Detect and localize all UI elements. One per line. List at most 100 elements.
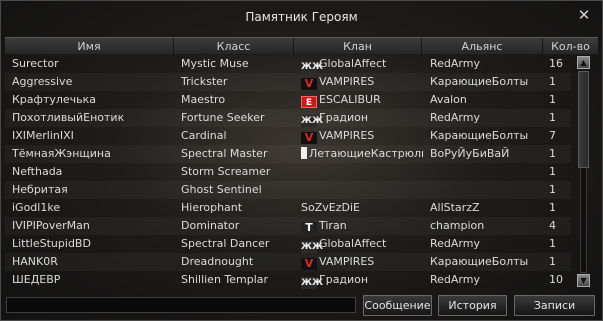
cell-class-text: Dominator bbox=[181, 219, 240, 232]
scroll-up-icon[interactable]: ▲ bbox=[577, 56, 590, 69]
table-row[interactable]: Небритая Ghost Sentinel 1 bbox=[5, 181, 571, 199]
cell-clan-text: SoZvEzDiE bbox=[301, 201, 360, 214]
cell-name-text: ШЕДЕВР bbox=[12, 273, 61, 286]
cell-class: Spectral Dancer bbox=[181, 235, 299, 253]
cell-count: 16 bbox=[549, 55, 569, 73]
cell-clan: SoZvEzDiE bbox=[301, 199, 423, 217]
cell-class: Shillien Templar bbox=[181, 271, 299, 289]
table-row[interactable]: Aggressive Trickster V VAMPIRES КарающиеБолт… bbox=[5, 73, 571, 91]
cell-class: Storm Screamer bbox=[181, 163, 299, 181]
cell-class-text: Ghost Sentinel bbox=[181, 183, 262, 196]
cell-clan: V VAMPIRES bbox=[301, 73, 423, 91]
cell-count: 1 bbox=[549, 91, 569, 109]
cell-count: 1 bbox=[549, 109, 569, 127]
cell-alliance-text: ВоРуЙуБиВаЙ bbox=[430, 147, 510, 160]
cell-name: IXIMerlinIXI bbox=[12, 127, 172, 145]
table-row[interactable]: ШЕДЕВР Shillien Templar ЖЖГрадион RedArmy 10 bbox=[5, 271, 571, 289]
cell-alliance-text: RedArmy bbox=[430, 57, 480, 70]
cell-clan-text: ESCALIBUR bbox=[319, 93, 381, 106]
cell-name: Небритая bbox=[12, 181, 172, 199]
cell-class: Fortune Seeker bbox=[181, 109, 299, 127]
cell-count-text: 1 bbox=[549, 201, 556, 214]
cell-class: Cardinal bbox=[181, 127, 299, 145]
cell-class-text: Hierophant bbox=[181, 201, 243, 214]
cell-class-text: Dreadnought bbox=[181, 255, 254, 268]
column-header-clan[interactable]: Клан bbox=[294, 38, 422, 55]
cell-alliance: ВоРуЙуБиВаЙ bbox=[430, 145, 540, 163]
table-row[interactable]: iGodl1ke Hierophant SoZvEzDiE AllStarzZ 1 bbox=[5, 199, 571, 217]
cell-clan-text: ЛетающиеКастрюли bbox=[309, 147, 423, 160]
table-row[interactable]: Nefthada Storm Screamer 1 bbox=[5, 163, 571, 181]
cell-class: Hierophant bbox=[181, 199, 299, 217]
clan-crest-icon: ЖЖ bbox=[301, 277, 324, 289]
cell-alliance: RedArmy bbox=[430, 235, 540, 253]
history-button[interactable]: История bbox=[438, 295, 507, 316]
cell-clan-text: Градион bbox=[319, 273, 369, 286]
cell-name: ПохотливыйЕнотик bbox=[12, 109, 172, 127]
scroll-down-icon[interactable]: ▼ bbox=[577, 274, 590, 287]
table-row[interactable]: LittleStupidBD Spectral Dancer ЖЖGlobalAff… bbox=[5, 235, 571, 253]
cell-name-text: LittleStupidBD bbox=[12, 237, 91, 250]
cell-count-text: 4 bbox=[549, 219, 556, 232]
cell-count: 1 bbox=[549, 235, 569, 253]
table-row[interactable]: HANK0R Dreadnought V VAMPIRES КарающиеБолты 1 bbox=[5, 253, 571, 271]
cell-clan bbox=[301, 163, 423, 181]
cell-count-text: 1 bbox=[549, 255, 556, 268]
table-row[interactable]: ПохотливыйЕнотик Fortune Seeker ЖЖГрадион R… bbox=[5, 109, 571, 127]
notes-button[interactable]: Записи bbox=[514, 295, 595, 316]
cell-clan-text: Tiran bbox=[319, 219, 347, 232]
table-row[interactable]: IXIMerlinIXI Cardinal V VAMPIRES КарающиеБол… bbox=[5, 127, 571, 145]
cell-alliance-text: RedArmy bbox=[430, 237, 480, 250]
column-header-count[interactable]: Кол-во bbox=[543, 38, 598, 55]
cell-count-text: 1 bbox=[549, 183, 556, 196]
cell-count: 1 bbox=[549, 199, 569, 217]
cell-alliance bbox=[430, 181, 540, 199]
cell-name-text: Aggressive bbox=[12, 75, 73, 88]
cell-clan bbox=[301, 181, 423, 199]
table-row[interactable]: ТёмнаяЖэнщина Spectral Master ЛетающиеКаст… bbox=[5, 145, 571, 163]
table-row[interactable]: Крафтулечька Maestro E ESCALIBUR Avalon 1 bbox=[5, 91, 571, 109]
cell-name-text: IVIPIPoverMan bbox=[12, 219, 90, 232]
table-row[interactable]: IVIPIPoverMan Dominator T Tiran champion 4 bbox=[5, 217, 571, 235]
scroll-thumb[interactable] bbox=[578, 71, 589, 168]
cell-class-text: Storm Screamer bbox=[181, 165, 271, 178]
cell-clan: E ESCALIBUR bbox=[301, 91, 423, 109]
cell-class-text: Fortune Seeker bbox=[181, 111, 265, 124]
cell-count-text: 16 bbox=[549, 57, 563, 70]
cell-alliance: КарающиеБолты bbox=[430, 73, 540, 91]
cell-name: Surector bbox=[12, 55, 172, 73]
clan-crest-icon: ЖЖ bbox=[301, 241, 324, 253]
cell-clan: ЖЖГрадион bbox=[301, 109, 423, 127]
cell-count-text: 1 bbox=[549, 111, 556, 124]
table-row[interactable]: Surector Mystic Muse ЖЖGlobalAffect RedArmy… bbox=[5, 55, 571, 73]
cell-class: Dominator bbox=[181, 217, 299, 235]
cell-count-text: 1 bbox=[549, 75, 556, 88]
cell-name: Nefthada bbox=[12, 163, 172, 181]
cell-alliance bbox=[430, 163, 540, 181]
cell-clan-text: GlobalAffect bbox=[319, 57, 387, 70]
cell-alliance: Avalon bbox=[430, 91, 540, 109]
column-header-class[interactable]: Класс bbox=[174, 38, 294, 55]
column-header-alliance[interactable]: Альянс bbox=[422, 38, 543, 55]
message-input[interactable] bbox=[6, 297, 356, 313]
cell-name-text: Крафтулечька bbox=[12, 93, 97, 106]
hero-monument-window: Памятник Героям ✕ Имя Класс Клан Альянс … bbox=[0, 0, 603, 321]
cell-name: iGodl1ke bbox=[12, 199, 172, 217]
cell-name: ШЕДЕВР bbox=[12, 271, 172, 289]
cell-alliance: RedArmy bbox=[430, 271, 540, 289]
cell-name-text: Небритая bbox=[12, 183, 68, 196]
cell-count: 1 bbox=[549, 145, 569, 163]
message-button[interactable]: Сообщение bbox=[363, 295, 432, 316]
cell-alliance: RedArmy bbox=[430, 109, 540, 127]
column-header-name[interactable]: Имя bbox=[5, 38, 174, 55]
table-scrollbar[interactable]: ▲ ▼ bbox=[575, 55, 593, 289]
cell-count: 1 bbox=[549, 73, 569, 91]
cell-clan: V VAMPIRES bbox=[301, 253, 423, 271]
cell-alliance: КарающиеБолты bbox=[430, 253, 540, 271]
close-icon[interactable]: ✕ bbox=[576, 7, 592, 23]
cell-name-text: Nefthada bbox=[12, 165, 63, 178]
cell-count: 1 bbox=[549, 163, 569, 181]
cell-class: Dreadnought bbox=[181, 253, 299, 271]
cell-class: Mystic Muse bbox=[181, 55, 299, 73]
title-bar[interactable]: Памятник Героям ✕ bbox=[1, 1, 602, 35]
